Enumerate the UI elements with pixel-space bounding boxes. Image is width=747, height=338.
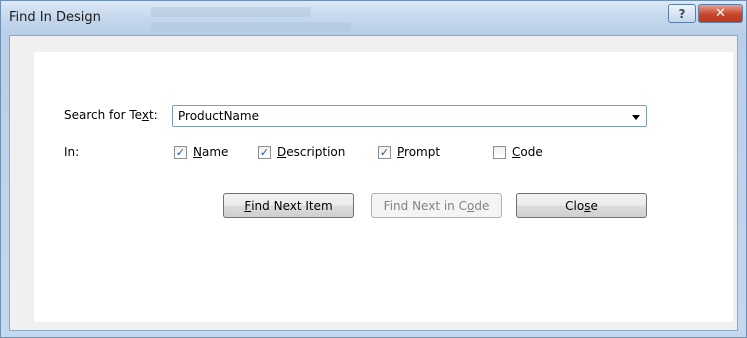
question-icon: ? xyxy=(678,6,686,21)
search-label: Search for Text: xyxy=(64,108,158,122)
dialog-title: Find In Design xyxy=(9,10,101,25)
checkbox-code[interactable]: Code xyxy=(493,144,543,160)
window-close-button[interactable]: ✕ xyxy=(698,4,743,23)
check-icon: ✓ xyxy=(379,145,390,159)
background-window-ghost xyxy=(151,7,311,17)
find-next-item-button[interactable]: Find Next Item xyxy=(223,193,354,218)
close-button[interactable]: Clo s e xyxy=(516,193,647,218)
close-icon: ✕ xyxy=(715,6,726,21)
title-bar[interactable]: Find In Design ? ✕ xyxy=(1,1,746,35)
help-button[interactable]: ? xyxy=(668,4,696,23)
check-icon: ✓ xyxy=(175,145,186,159)
background-window-ghost xyxy=(151,22,351,32)
checkbox-box[interactable]: ✓ xyxy=(258,145,271,159)
checkbox-label: Prompt xyxy=(397,145,441,159)
checkbox-description[interactable]: ✓ Description xyxy=(258,144,345,160)
search-panel: Search for Text: ProductName In: ✓ Name … xyxy=(34,52,733,322)
dialog-client-area: Search for Text: ProductName In: ✓ Name … xyxy=(9,35,738,331)
search-combobox[interactable]: ProductName xyxy=(172,105,647,127)
check-icon: ✓ xyxy=(259,145,270,159)
dialog-window: Find In Design ? ✕ Search for Text: Prod… xyxy=(0,0,747,338)
checkbox-prompt[interactable]: ✓ Prompt xyxy=(378,144,440,160)
checkbox-box[interactable]: ✓ xyxy=(174,145,187,159)
dropdown-arrow-icon[interactable] xyxy=(632,115,640,120)
checkbox-label: Name xyxy=(193,145,229,159)
checkbox-label: Code xyxy=(512,145,543,159)
checkbox-label: Description xyxy=(277,145,346,159)
find-next-in-code-button[interactable]: Find Next in Co de xyxy=(371,193,502,218)
checkbox-name[interactable]: ✓ Name xyxy=(174,144,228,160)
search-input[interactable]: ProductName xyxy=(178,109,259,123)
checkbox-box[interactable] xyxy=(493,145,506,159)
in-label: In: xyxy=(64,145,80,159)
checkbox-box[interactable]: ✓ xyxy=(378,145,391,159)
